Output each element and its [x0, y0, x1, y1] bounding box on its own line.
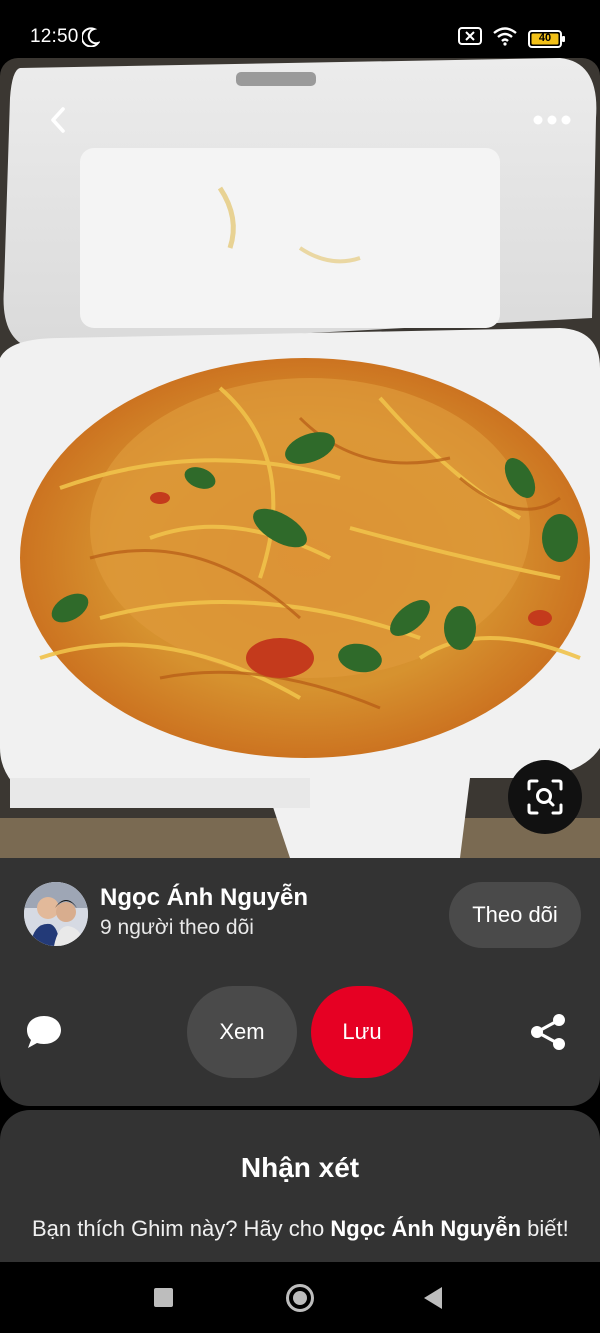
comments-title: Nhận xét [240, 1152, 360, 1183]
visual-search-button[interactable] [508, 760, 582, 834]
comments-prompt-name: Ngọc Ánh Nguyễn [330, 1216, 522, 1241]
follow-button[interactable]: Theo dõi [449, 882, 581, 948]
wifi-icon [492, 26, 518, 51]
save-button[interactable]: Lưu [311, 986, 413, 1078]
system-back-button[interactable] [424, 1287, 442, 1309]
pin-info-panel: Ngọc Ánh Nguyễn 9 người theo dõi Theo dõ… [0, 858, 600, 1106]
home-button[interactable] [286, 1284, 314, 1312]
comments-panel: Nhận xét Bạn thích Ghim này? Hãy cho Ngọ… [0, 1110, 600, 1270]
more-button[interactable] [530, 98, 574, 142]
pin-image[interactable] [0, 58, 600, 858]
recents-button[interactable] [154, 1288, 173, 1307]
avatar[interactable] [24, 882, 88, 946]
comment-icon[interactable] [24, 1012, 64, 1052]
comments-prompt-prefix: Bạn thích Ghim này? Hãy cho [32, 1216, 331, 1241]
moon-icon [80, 27, 101, 52]
status-time: 12:50 [30, 26, 79, 47]
status-icons: 40 [458, 26, 566, 51]
follower-count: 9 người theo dõi [100, 916, 254, 939]
comments-prompt-suffix: biết! [527, 1216, 569, 1241]
chevron-left-icon [51, 107, 65, 133]
back-button[interactable] [36, 98, 80, 142]
comments-prompt[interactable]: Bạn thích Ghim này? Hãy cho Ngọc Ánh Ngu… [32, 1214, 572, 1244]
visual-search-icon [527, 779, 563, 815]
pin-card[interactable] [0, 58, 600, 858]
more-horizontal-icon [533, 115, 571, 125]
share-icon[interactable] [528, 1012, 568, 1052]
battery-icon: 40 [528, 29, 566, 49]
creator-name[interactable]: Ngọc Ánh Nguyễn [100, 884, 308, 912]
view-button[interactable]: Xem [187, 986, 297, 1078]
status-bar: 12:50 40 [0, 0, 600, 64]
no-sim-icon [458, 26, 482, 51]
battery-level: 40 [538, 31, 552, 44]
system-nav-bar [0, 1262, 600, 1333]
